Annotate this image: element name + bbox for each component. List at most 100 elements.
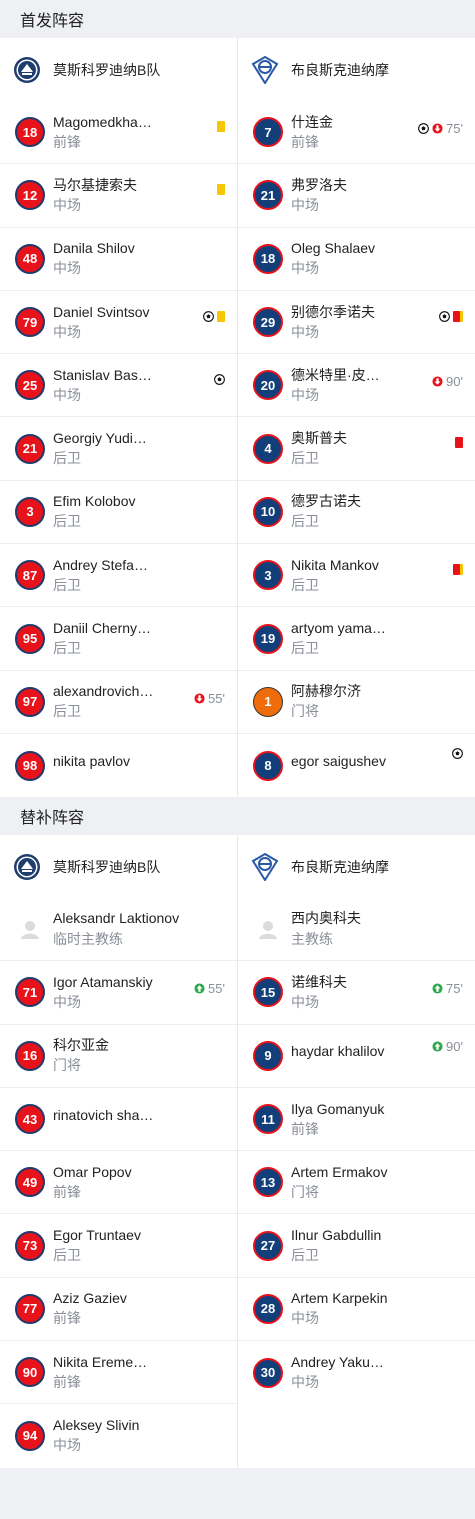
home-subs-column: 莫斯科罗迪纳B队 Aleksandr Laktionov 临时主教练 71 Igo… [0, 835, 237, 1467]
player-row[interactable]: 27 Ilnur Gabdullin 后卫 [238, 1214, 475, 1278]
second-yellow-card-icon [453, 564, 463, 576]
starting-lineup-header: 首发阵容 [0, 0, 475, 38]
player-row[interactable]: 48 Danila Shilov 中场 [0, 228, 237, 291]
home-team-header[interactable]: 莫斯科罗迪纳B队 [0, 38, 237, 101]
player-position: 前锋 [291, 1120, 319, 1137]
away-coach-name: 西内奥科夫 [291, 910, 361, 927]
away-subs-team-name: 布良斯克迪纳摩 [291, 858, 389, 875]
player-position: 中场 [53, 323, 81, 340]
player-row[interactable]: 1 阿赫穆尔济 门将 [238, 671, 475, 734]
player-row[interactable]: 73 Egor Truntaev 后卫 [0, 1214, 237, 1278]
player-position: 前锋 [53, 1373, 81, 1390]
away-team-header[interactable]: 布良斯克迪纳摩 [238, 38, 475, 101]
football-icon [452, 748, 463, 759]
player-name: 弗罗洛夫 [291, 176, 347, 193]
player-row[interactable]: 21 Georgiy Yudi… 后卫 [0, 417, 237, 481]
player-position: 前锋 [53, 1183, 81, 1200]
dynamo-crest-icon [251, 852, 279, 881]
away-subs-team-header[interactable]: 布良斯克迪纳摩 [238, 835, 475, 898]
home-coach-row[interactable]: Aleksandr Laktionov 临时主教练 [0, 898, 237, 962]
player-row[interactable]: 28 Artem Karpekin 中场 [238, 1278, 475, 1342]
player-row[interactable]: 94 Aleksey Slivin 中场 [0, 1404, 237, 1467]
player-position: 中场 [291, 1310, 319, 1327]
player-row[interactable]: 97 alexandrovich… 后卫 55' [0, 671, 237, 734]
player-position: 中场 [291, 260, 319, 277]
player-name: Egor Truntaev [53, 1227, 141, 1244]
player-row[interactable]: 20 德米特里·皮… 中场 90' [238, 354, 475, 418]
player-row[interactable]: 87 Andrey Stefa… 后卫 [0, 544, 237, 608]
player-number-badge: 18 [253, 243, 283, 274]
player-row[interactable]: 71 Igor Atamanskiy 中场 55' [0, 961, 237, 1025]
player-row[interactable]: 79 Daniel Svintsov 中场 [0, 291, 237, 355]
player-position: 前锋 [291, 133, 319, 150]
player-row[interactable]: 7 什连金 前锋 75' [238, 101, 475, 165]
player-row[interactable]: 9 haydar khalilov 90' [238, 1025, 475, 1088]
event-minute: 55' [208, 690, 225, 706]
player-position: 前锋 [53, 133, 81, 150]
player-row[interactable]: 25 Stanislav Bas… 中场 [0, 354, 237, 418]
player-row[interactable]: 18 Oleg Shalaev 中场 [238, 228, 475, 291]
player-number-badge: 87 [15, 560, 45, 591]
player-events: 90' [432, 1039, 463, 1054]
player-row[interactable]: 3 Nikita Mankov 后卫 [238, 544, 475, 608]
player-position: 中场 [291, 993, 319, 1010]
player-row[interactable]: 90 Nikita Ereme… 前锋 [0, 1341, 237, 1405]
player-number-badge: 30 [253, 1357, 283, 1388]
home-coach-role: 临时主教练 [53, 931, 123, 948]
player-name: Aziz Gaziev [53, 1290, 127, 1307]
yellow-card-icon [217, 184, 225, 196]
player-events: 75' [432, 981, 463, 996]
player-row[interactable]: 15 诺维科夫 中场 75' [238, 961, 475, 1025]
player-row[interactable]: 12 马尔基捷索夫 中场 [0, 164, 237, 228]
player-position: 后卫 [291, 450, 319, 467]
home-team-name: 莫斯科罗迪纳B队 [53, 61, 161, 78]
player-name: Omar Popov [53, 1163, 132, 1180]
player-row[interactable]: 16 科尔亚金 门将 [0, 1025, 237, 1088]
player-events: 90' [432, 374, 463, 389]
player-row[interactable]: 8 egor saigushev [238, 734, 475, 797]
player-row[interactable]: 13 Artem Ermakov 门将 [238, 1151, 475, 1215]
player-position: 门将 [53, 1057, 81, 1074]
event-minute: 75' [446, 121, 463, 136]
player-events [217, 121, 225, 132]
player-row[interactable]: 4 奥斯普夫 后卫 [238, 417, 475, 481]
home-subs-team-header[interactable]: 莫斯科罗迪纳B队 [0, 835, 237, 898]
player-row[interactable]: 98 nikita pavlov [0, 734, 237, 797]
player-position: 后卫 [53, 576, 81, 593]
football-icon [203, 310, 214, 322]
player-position: 中场 [291, 323, 319, 340]
event-minute: 55' [208, 981, 225, 997]
player-number-badge: 73 [15, 1230, 45, 1261]
player-position: 后卫 [291, 640, 319, 657]
player-row[interactable]: 10 德罗古诺夫 后卫 [238, 481, 475, 545]
home-coach-name: Aleksandr Laktionov [53, 910, 180, 927]
player-number-badge: 43 [15, 1104, 45, 1134]
dynamo-crest-icon [251, 55, 279, 84]
player-row[interactable]: 95 Daniil Cherny… 后卫 [0, 607, 237, 671]
away-coach-row[interactable]: 西内奥科夫 主教练 [238, 898, 475, 962]
player-position: 前锋 [53, 1310, 81, 1327]
player-row[interactable]: 18 Magomedkha… 前锋 [0, 101, 237, 165]
player-name: 别德尔季诺夫 [291, 303, 375, 320]
player-position: 后卫 [53, 640, 81, 657]
player-name: Andrey Yaku… [291, 1354, 384, 1371]
player-name: 德罗古诺夫 [291, 493, 361, 510]
player-name: Artem Karpekin [291, 1290, 388, 1307]
player-row[interactable]: 30 Andrey Yaku… 中场 [238, 1341, 475, 1404]
player-row[interactable]: 19 artyom yama… 后卫 [238, 607, 475, 671]
player-row[interactable]: 77 Aziz Gaziev 前锋 [0, 1278, 237, 1342]
player-events [452, 748, 463, 759]
player-row[interactable]: 43 rinatovich sha… [0, 1088, 237, 1152]
player-name: Igor Atamanskiy [53, 973, 153, 990]
player-row[interactable]: 3 Efim Kolobov 后卫 [0, 481, 237, 545]
player-position: 后卫 [53, 450, 81, 467]
player-number-badge: 15 [253, 977, 283, 1008]
player-row[interactable]: 29 别德尔季诺夫 中场 [238, 291, 475, 355]
player-number-badge: 4 [253, 433, 283, 464]
player-name: 什连金 [291, 113, 333, 130]
player-row[interactable]: 11 Ilya Gomanyuk 前锋 [238, 1088, 475, 1152]
player-row[interactable]: 21 弗罗洛夫 中场 [238, 164, 475, 228]
player-row[interactable]: 49 Omar Popov 前锋 [0, 1151, 237, 1215]
player-number-badge: 27 [253, 1230, 283, 1261]
sub-in-arrow-icon [432, 983, 443, 994]
